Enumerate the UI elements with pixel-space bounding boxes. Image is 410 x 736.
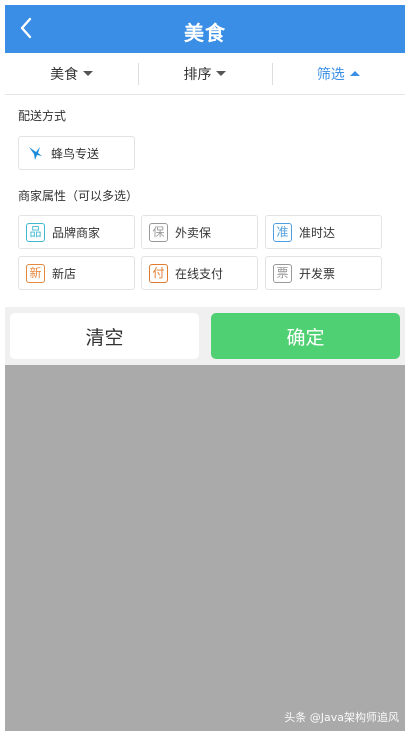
pay-badge-icon: 付	[149, 263, 168, 283]
tab-filter-label: 筛选	[316, 66, 345, 83]
attr-online-payment[interactable]: 付 在线支付	[141, 256, 258, 290]
attr-label: 新店	[52, 266, 77, 281]
delivery-section-label: 配送方式	[18, 109, 67, 123]
attr-label: 外卖保	[175, 225, 212, 240]
tab-category-label: 美食	[50, 66, 79, 83]
action-bar: 清空 确定	[5, 307, 405, 365]
on-time-badge-icon: 准	[273, 222, 292, 242]
tab-category[interactable]: 美食	[5, 53, 138, 94]
caret-down-icon	[216, 71, 227, 76]
dim-overlay[interactable]: 头条 @Java架构师追风	[5, 365, 405, 731]
attr-new-store[interactable]: 新 新店	[18, 256, 135, 290]
app-screen: 美食 美食 排序 筛选 配送方式 蜂鸟专送 商家属性（可以多选） 品 品牌商家	[5, 5, 405, 731]
caret-down-icon	[83, 71, 94, 76]
attr-invoice[interactable]: 票 开发票	[265, 256, 382, 290]
tab-sort-label: 排序	[183, 66, 212, 83]
delivery-option-fengniao[interactable]: 蜂鸟专送	[18, 136, 135, 170]
attr-brand-merchant[interactable]: 品 品牌商家	[18, 215, 135, 249]
new-badge-icon: 新	[26, 263, 45, 283]
delivery-option-label: 蜂鸟专送	[51, 146, 100, 161]
header-bar: 美食	[5, 5, 405, 53]
tab-sort[interactable]: 排序	[138, 53, 271, 94]
attr-on-time[interactable]: 准 准时达	[265, 215, 382, 249]
attr-label: 开发票	[299, 266, 336, 281]
confirm-button[interactable]: 确定	[211, 313, 400, 359]
invoice-badge-icon: 票	[273, 263, 292, 283]
insurance-badge-icon: 保	[149, 222, 168, 242]
brand-badge-icon: 品	[26, 222, 45, 242]
attr-delivery-insurance[interactable]: 保 外卖保	[141, 215, 258, 249]
attr-label: 在线支付	[175, 266, 224, 281]
caret-up-icon	[349, 71, 360, 76]
tab-filter[interactable]: 筛选	[271, 53, 405, 94]
filter-tabs: 美食 排序 筛选	[5, 53, 405, 95]
attr-label: 准时达	[299, 225, 336, 240]
hummingbird-icon	[29, 147, 42, 160]
watermark-text: 头条 @Java架构师追风	[284, 711, 399, 724]
clear-button[interactable]: 清空	[10, 313, 199, 359]
filter-panel: 配送方式 蜂鸟专送 商家属性（可以多选） 品 品牌商家 保 外卖保 准 准时达 …	[5, 95, 405, 307]
attr-label: 品牌商家	[52, 225, 101, 240]
page-title: 美食	[184, 21, 226, 45]
attributes-section-label: 商家属性（可以多选）	[18, 189, 139, 203]
